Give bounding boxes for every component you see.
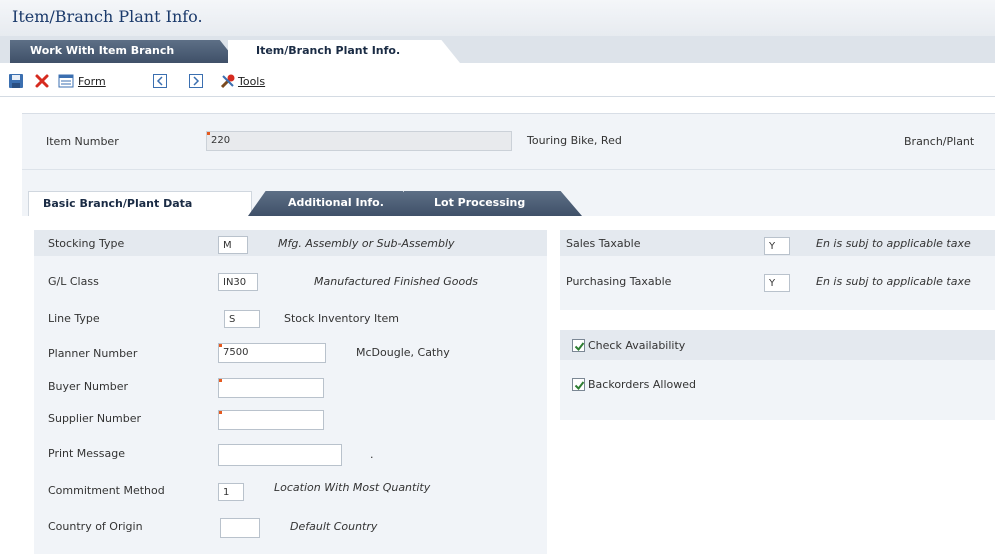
sub-tab-strip: Basic Branch/Plant Data Additional Info.… bbox=[22, 188, 995, 216]
country-of-origin-label: Country of Origin bbox=[48, 520, 143, 533]
country-of-origin-desc: Default Country bbox=[290, 520, 378, 533]
tab-item-branch-plant-info[interactable]: Item/Branch Plant Info. bbox=[228, 40, 460, 63]
print-message-field[interactable] bbox=[218, 444, 342, 466]
print-message-desc: . bbox=[370, 448, 374, 461]
toolbar: Form Tools bbox=[0, 63, 995, 97]
header-row: Item Number 220 Touring Bike, Red Branch… bbox=[22, 114, 995, 170]
branch-plant-label: Branch/Plant bbox=[904, 135, 975, 148]
form-icon[interactable] bbox=[58, 73, 74, 89]
line-type-field[interactable]: S bbox=[224, 310, 260, 328]
delete-icon[interactable] bbox=[34, 73, 50, 89]
line-type-desc: Stock Inventory Item bbox=[284, 312, 400, 325]
page-tab-strip: Work With Item Branch Item/Branch Plant … bbox=[0, 36, 995, 63]
gl-class-desc: Manufactured Finished Goods bbox=[314, 275, 478, 288]
previous-icon[interactable] bbox=[152, 73, 168, 89]
sales-taxable-label: Sales Taxable bbox=[566, 237, 641, 250]
commitment-method-field[interactable]: 1 bbox=[218, 483, 244, 501]
stocking-type-field[interactable]: M bbox=[218, 236, 248, 254]
gl-class-label: G/L Class bbox=[48, 275, 99, 288]
window-title-bar: Item/Branch Plant Info. bbox=[0, 0, 995, 36]
item-number-label: Item Number bbox=[46, 135, 119, 148]
purchasing-taxable-desc: En is subj to applicable taxe bbox=[816, 275, 971, 288]
tab-lot-processing[interactable]: Lot Processing bbox=[404, 191, 582, 216]
line-type-label: Line Type bbox=[48, 312, 100, 325]
planner-number-field[interactable]: 7500 bbox=[218, 343, 326, 363]
supplier-number-label: Supplier Number bbox=[48, 412, 142, 425]
sales-taxable-desc: En is subj to applicable taxe bbox=[816, 237, 971, 250]
country-of-origin-field[interactable] bbox=[220, 518, 260, 538]
tax-group: Sales Taxable Y En is subj to applicable… bbox=[560, 230, 995, 310]
check-availability-label: Check Availability bbox=[588, 339, 686, 352]
gl-class-field[interactable]: IN30 bbox=[218, 273, 258, 291]
print-message-label: Print Message bbox=[48, 447, 126, 460]
basic-data-group: Stocking Type M Mfg. Assembly or Sub-Ass… bbox=[34, 230, 547, 554]
stocking-type-desc: Mfg. Assembly or Sub-Assembly bbox=[278, 237, 455, 250]
item-description: Touring Bike, Red bbox=[527, 134, 622, 147]
commitment-method-label: Commitment Method bbox=[48, 484, 165, 497]
buyer-number-label: Buyer Number bbox=[48, 380, 129, 393]
next-icon[interactable] bbox=[188, 73, 204, 89]
planner-number-label: Planner Number bbox=[48, 347, 138, 360]
availability-group: Check Availability Backorders Allowed bbox=[560, 330, 995, 420]
sales-taxable-field[interactable]: Y bbox=[764, 237, 790, 255]
tools-menu[interactable]: Tools bbox=[238, 75, 265, 88]
required-marker bbox=[207, 132, 210, 135]
purchasing-taxable-field[interactable]: Y bbox=[764, 274, 790, 292]
tools-icon[interactable] bbox=[220, 73, 236, 89]
window-title: Item/Branch Plant Info. bbox=[12, 7, 203, 26]
stocking-type-label: Stocking Type bbox=[48, 237, 125, 250]
tab-content: Stocking Type M Mfg. Assembly or Sub-Ass… bbox=[22, 216, 995, 554]
supplier-number-field[interactable] bbox=[218, 410, 324, 430]
tab-work-with-item-branch[interactable]: Work With Item Branch bbox=[10, 40, 238, 63]
tab-additional-info[interactable]: Additional Info. bbox=[248, 191, 424, 216]
backorders-allowed-checkbox[interactable] bbox=[572, 378, 585, 391]
tab-basic-branch-plant-data[interactable]: Basic Branch/Plant Data bbox=[28, 191, 252, 216]
check-availability-checkbox[interactable] bbox=[572, 339, 585, 352]
planner-name: McDougle, Cathy bbox=[356, 346, 450, 359]
form-panel: Item Number 220 Touring Bike, Red Branch… bbox=[22, 113, 995, 554]
form-menu[interactable]: Form bbox=[78, 75, 106, 88]
purchasing-taxable-label: Purchasing Taxable bbox=[566, 275, 672, 288]
backorders-allowed-label: Backorders Allowed bbox=[588, 378, 696, 391]
commitment-method-desc: Location With Most Quantity bbox=[274, 481, 431, 494]
item-number-field[interactable]: 220 bbox=[206, 131, 512, 151]
save-icon[interactable] bbox=[8, 73, 24, 89]
buyer-number-field[interactable] bbox=[218, 378, 324, 398]
